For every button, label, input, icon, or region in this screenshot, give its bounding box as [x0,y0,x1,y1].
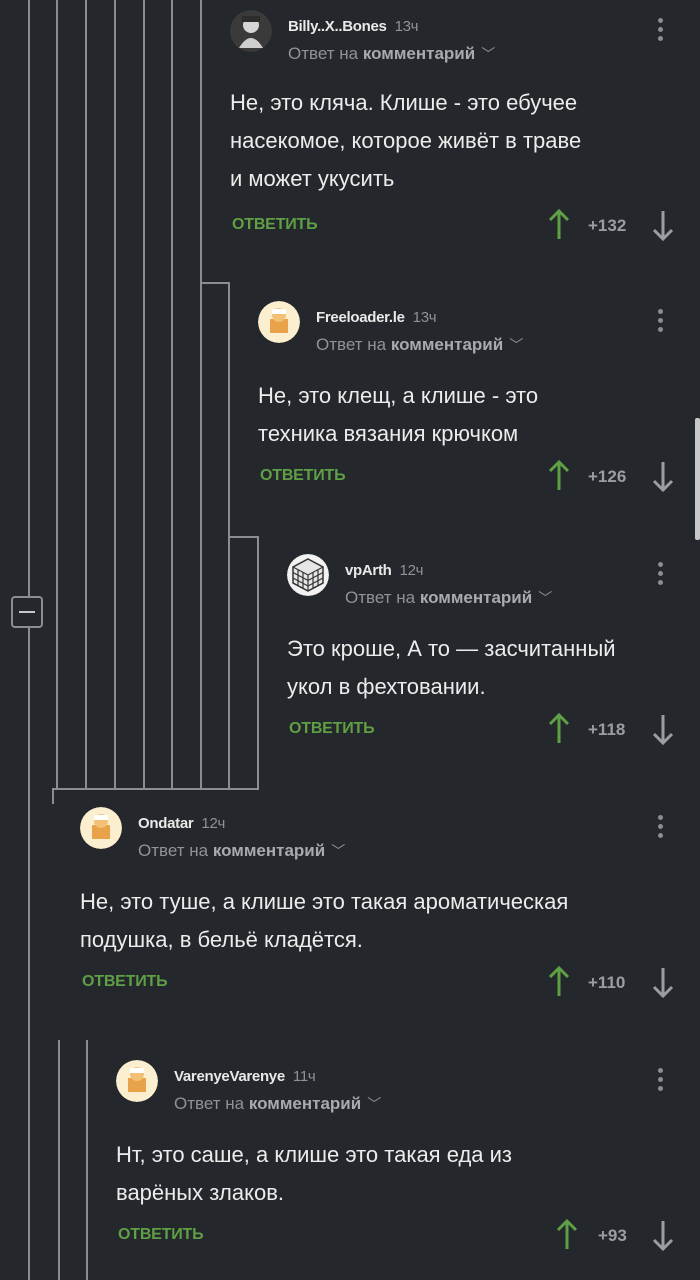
thread-line [56,0,58,790]
thread-line [171,0,173,790]
thread-line [58,1040,60,1280]
chevron-down-icon: ﹀ [481,46,496,62]
more-vertical-icon[interactable] [658,18,664,45]
thread-line [52,788,259,790]
chevron-down-icon: ﹀ [538,590,553,606]
reply-to-link[interactable]: Ответ на комментарий ﹀ [345,588,552,608]
reply-to-link[interactable]: Ответ на комментарий ﹀ [174,1094,381,1114]
comment-text: Это кроше, А то — засчитанный укол в фех… [287,636,616,699]
reply-button[interactable]: ОТВЕТИТЬ [82,973,168,991]
comment-score: +126 [588,467,627,486]
comment-text: Нт, это саше, а клише это такая еда из в… [116,1142,513,1205]
more-vertical-icon[interactable] [658,815,664,842]
thread-line [86,1040,88,1280]
comment-time: 12ч [201,815,226,832]
more-vertical-icon[interactable] [658,309,664,336]
comment-text: Не, это туше, а клише это такая ароматич… [80,889,569,952]
cube-avatar[interactable] [287,554,329,596]
reply-button[interactable]: ОТВЕТИТЬ [232,216,318,234]
reply-to-link[interactable]: Ответ на комментарий ﹀ [316,335,523,355]
collapse-thread-button[interactable] [11,596,43,628]
comment-author[interactable]: vpArth 12ч [345,562,423,579]
chevron-down-icon: ﹀ [509,337,524,353]
thread-line [228,536,258,538]
comment-time: 12ч [399,562,424,579]
thread-line [28,0,30,1280]
comment: Ondatar 12ч Ответ на комментарий ﹀ Не, это… [80,807,690,1003]
reply-button[interactable]: ОТВЕТИТЬ [289,720,375,738]
more-vertical-icon[interactable] [658,562,664,589]
thread-line [85,0,87,790]
reply-to-link[interactable]: Ответ на комментарий ﹀ [138,841,345,861]
minus-icon [19,611,35,613]
upvote-arrow-icon[interactable] [546,208,572,242]
default-avatar[interactable] [258,301,300,343]
reply-button[interactable]: ОТВЕТИТЬ [260,467,346,485]
comment: VarenyeVarenye 11ч Ответ на комментарий ﹀ … [116,1060,690,1256]
comment-time: 11ч [292,1068,316,1085]
default-avatar[interactable] [116,1060,158,1102]
upvote-arrow-icon[interactable] [546,459,572,493]
downvote-arrow-icon[interactable] [650,712,676,746]
user-photo-avatar[interactable] [230,10,272,52]
thread-line [200,0,202,790]
comment-author[interactable]: Freeloader.le 13ч [316,309,437,326]
comment: Freeloader.le 13ч Ответ на комментарий ﹀ Н… [258,301,690,497]
comment-time: 13ч [412,309,437,326]
reply-to-link[interactable]: Ответ на комментарий ﹀ [288,44,495,64]
comment-score: +93 [598,1226,627,1245]
downvote-arrow-icon[interactable] [650,208,676,242]
comment-author[interactable]: VarenyeVarenye 11ч [174,1068,316,1085]
thread-line [200,282,230,284]
upvote-arrow-icon[interactable] [546,712,572,746]
more-vertical-icon[interactable] [658,1068,664,1095]
thread-line [114,0,116,790]
downvote-arrow-icon[interactable] [650,459,676,493]
thread-line [257,536,259,790]
upvote-arrow-icon[interactable] [546,965,572,999]
thread-line [52,788,54,804]
comment-score: +118 [588,720,626,739]
downvote-arrow-icon[interactable] [650,965,676,999]
chevron-down-icon: ﹀ [367,1096,382,1112]
default-avatar[interactable] [80,807,122,849]
comment-author[interactable]: Billy..X..Bones 13ч [288,18,418,35]
chevron-down-icon: ﹀ [331,843,346,859]
downvote-arrow-icon[interactable] [650,1218,676,1252]
comment-time: 13ч [394,18,419,35]
comment-author[interactable]: Ondatar 12ч [138,815,225,832]
reply-button[interactable]: ОТВЕТИТЬ [118,1226,204,1244]
comment-text: Не, это клещ, а клише - это техника вяза… [258,383,539,446]
scrollbar-thumb[interactable] [695,418,700,540]
comment: vpArth 12ч Ответ на комментарий ﹀ Это крош… [287,554,690,750]
comment-text: Не, это кляча. Клише - это ебучее насеко… [230,90,582,191]
comment-score: +132 [588,216,627,235]
upvote-arrow-icon[interactable] [554,1218,580,1252]
comment: Billy..X..Bones 13ч Ответ на комментарий ﹀… [230,10,690,246]
comment-score: +110 [588,973,626,992]
thread-line [143,0,145,790]
